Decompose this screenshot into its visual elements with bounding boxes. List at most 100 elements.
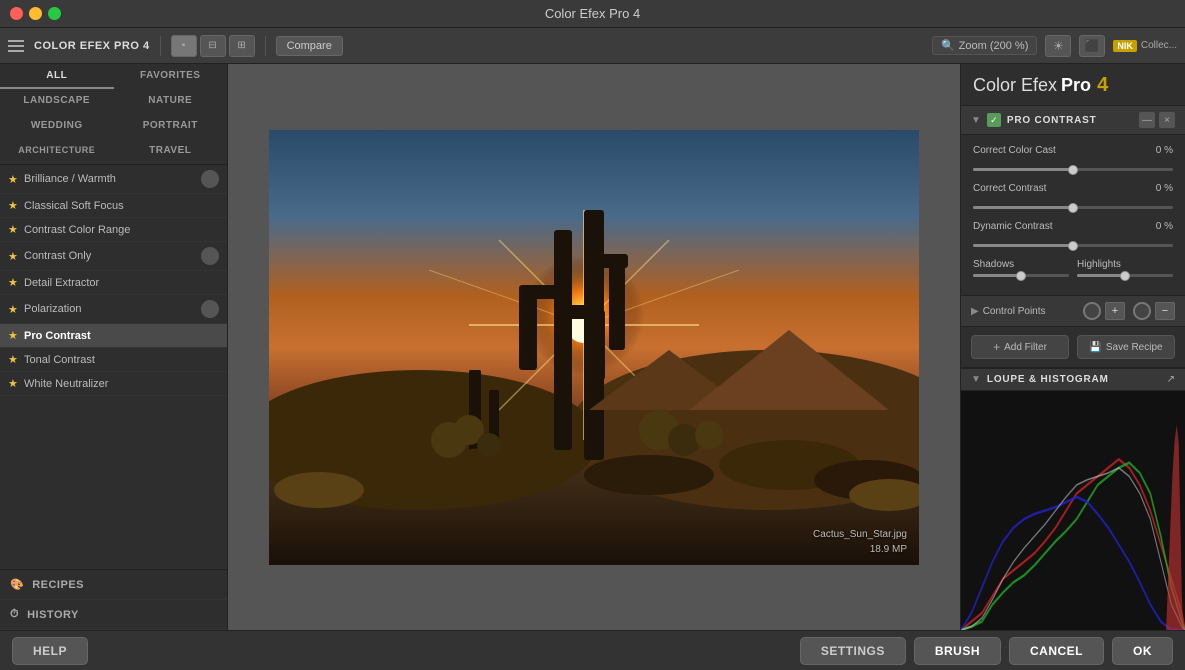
ok-button[interactable]: OK [1112,637,1173,665]
correct-color-cast-slider[interactable] [973,168,1173,171]
filter-item-detail-extractor[interactable]: ★ Detail Extractor [0,271,227,295]
filter-item-pro-contrast[interactable]: ★ Pro Contrast [0,324,227,348]
filter-dot [201,300,219,318]
tab-landscape[interactable]: LANDSCAPE [0,89,114,114]
highlights-control: Highlights [1077,259,1173,277]
settings-button[interactable]: SETTINGS [800,637,906,665]
control-point-circle [1083,302,1101,320]
filter-label: Brilliance / Warmth [24,173,195,185]
export-icon-button[interactable]: ⬛ [1079,35,1105,57]
slider-track[interactable] [973,206,1173,209]
dynamic-contrast-row: Dynamic Contrast 0 % [973,221,1173,232]
tab-nature[interactable]: NATURE [114,89,228,114]
filter-list: ★ Brilliance / Warmth ★ Classical Soft F… [0,165,227,569]
recipes-item[interactable]: 🎨 RECIPES [0,570,227,600]
filter-item-contrast-only[interactable]: ★ Contrast Only [0,242,227,271]
tab-portrait[interactable]: PORTRAIT [114,114,228,139]
filter-dot [201,247,219,265]
close-button[interactable] [10,7,23,20]
photo-background [269,130,919,565]
control-points-row[interactable]: ▶ Control Points + − [961,295,1185,327]
dynamic-contrast-slider[interactable] [973,244,1173,247]
history-label: HISTORY [27,609,79,621]
histogram-section: ▼ LOUPE & HISTOGRAM ↗ [961,369,1185,630]
pro-contrast-section: ▼ ✓ PRO CONTRAST — × Correct Color Cast … [961,106,1185,369]
tab-all[interactable]: ALL [0,64,114,89]
filter-item-contrast-color-range[interactable]: ★ Contrast Color Range [0,218,227,242]
histogram-body [961,391,1185,630]
panel-header: Color Efex Pro 4 [961,64,1185,106]
brand-name: COLOR EFEX PRO 4 [34,40,150,52]
single-view-button[interactable]: ▪ [171,35,197,57]
main-area: ALL FAVORITES LANDSCAPE NATURE WEDDING P… [0,64,1185,630]
section-collapse-button[interactable]: — [1139,112,1155,128]
collection-label: Collec... [1141,40,1177,51]
filter-label: Detail Extractor [24,277,219,289]
recipes-icon: 🎨 [10,578,24,591]
section-close-button[interactable]: × [1159,112,1175,128]
star-icon: ★ [8,276,18,289]
expand-icon[interactable]: ↗ [1167,374,1175,385]
tab-favorites[interactable]: FAVORITES [114,64,228,89]
sidebar-footer: 🎨 RECIPES ⏱ HISTORY [0,569,227,630]
correct-contrast-value: 0 % [1143,183,1173,194]
add-filter-button[interactable]: + Add Filter [971,335,1069,359]
tab-travel[interactable]: TRAVEL [114,139,228,164]
cancel-button[interactable]: CANCEL [1009,637,1104,665]
filter-item-polarization[interactable]: ★ Polarization [0,295,227,324]
compare-button[interactable]: Compare [276,36,343,56]
split-v-view-button[interactable]: ⊞ [229,35,255,57]
filter-label: Polarization [24,303,195,315]
menu-icon[interactable] [8,36,28,56]
histogram-header[interactable]: ▼ LOUPE & HISTOGRAM ↗ [961,369,1185,391]
canvas-area: Cactus_Sun_Star.jpg 18.9 MP [228,64,960,630]
section-actions: — × [1139,112,1175,128]
divider [160,36,161,56]
filter-label: Tonal Contrast [24,354,219,366]
correct-color-cast-value: 0 % [1143,145,1173,156]
minimize-button[interactable] [29,7,42,20]
window-title: Color Efex Pro 4 [545,6,640,21]
add-control-point-button[interactable]: + [1105,302,1125,320]
megapixels-text: 18.9 MP [813,542,907,557]
maximize-button[interactable] [48,7,61,20]
filter-item-classical-soft-focus[interactable]: ★ Classical Soft Focus [0,194,227,218]
divider2 [265,36,266,56]
panel-title: Color Efex [973,75,1057,96]
section-enable-checkbox[interactable]: ✓ [987,113,1001,127]
help-button[interactable]: HELP [12,637,88,665]
photo-svg [269,130,919,565]
section-body: Correct Color Cast 0 % Correct Contrast … [961,135,1185,295]
filter-item-brilliance-warmth[interactable]: ★ Brilliance / Warmth [0,165,227,194]
remove-control-point-button[interactable]: − [1155,302,1175,320]
panel-title-bold: Pro [1061,75,1091,96]
toolbar-left: COLOR EFEX PRO 4 ▪ ⊟ ⊞ Compare [8,35,343,57]
slider-track[interactable] [973,168,1173,171]
shadows-slider[interactable] [973,274,1069,277]
chevron-down-icon: ▼ [971,115,981,126]
highlights-slider[interactable] [1077,274,1173,277]
history-icon: ⏱ [10,608,19,621]
filename-badge: Cactus_Sun_Star.jpg 18.9 MP [813,527,907,557]
control-point-circle-2 [1133,302,1151,320]
tab-wedding[interactable]: WEDDING [0,114,114,139]
save-recipe-button[interactable]: 💾 Save Recipe [1077,335,1175,359]
filter-item-tonal-contrast[interactable]: ★ Tonal Contrast [0,348,227,372]
add-filter-label: Add Filter [1004,342,1047,353]
history-item[interactable]: ⏱ HISTORY [0,600,227,630]
correct-contrast-slider[interactable] [973,206,1173,209]
split-h-view-button[interactable]: ⊟ [200,35,226,57]
zoom-display[interactable]: 🔍 Zoom (200 %) [932,36,1037,55]
star-icon: ★ [8,377,18,390]
light-icon-button[interactable]: ☀ [1045,35,1071,57]
tab-architecture[interactable]: ARCHITECTURE [0,139,114,164]
brush-button[interactable]: BRUSH [914,637,1001,665]
section-header[interactable]: ▼ ✓ PRO CONTRAST — × [961,106,1185,135]
slider-track[interactable] [973,244,1173,247]
filter-label: Contrast Color Range [24,224,219,236]
filter-item-white-neutralizer[interactable]: ★ White Neutralizer [0,372,227,396]
window-controls [10,7,61,20]
toolbar: COLOR EFEX PRO 4 ▪ ⊟ ⊞ Compare 🔍 Zoom (2… [0,28,1185,64]
correct-contrast-label: Correct Contrast [973,183,1046,194]
right-panel: Color Efex Pro 4 ▼ ✓ PRO CONTRAST — × Co… [960,64,1185,630]
